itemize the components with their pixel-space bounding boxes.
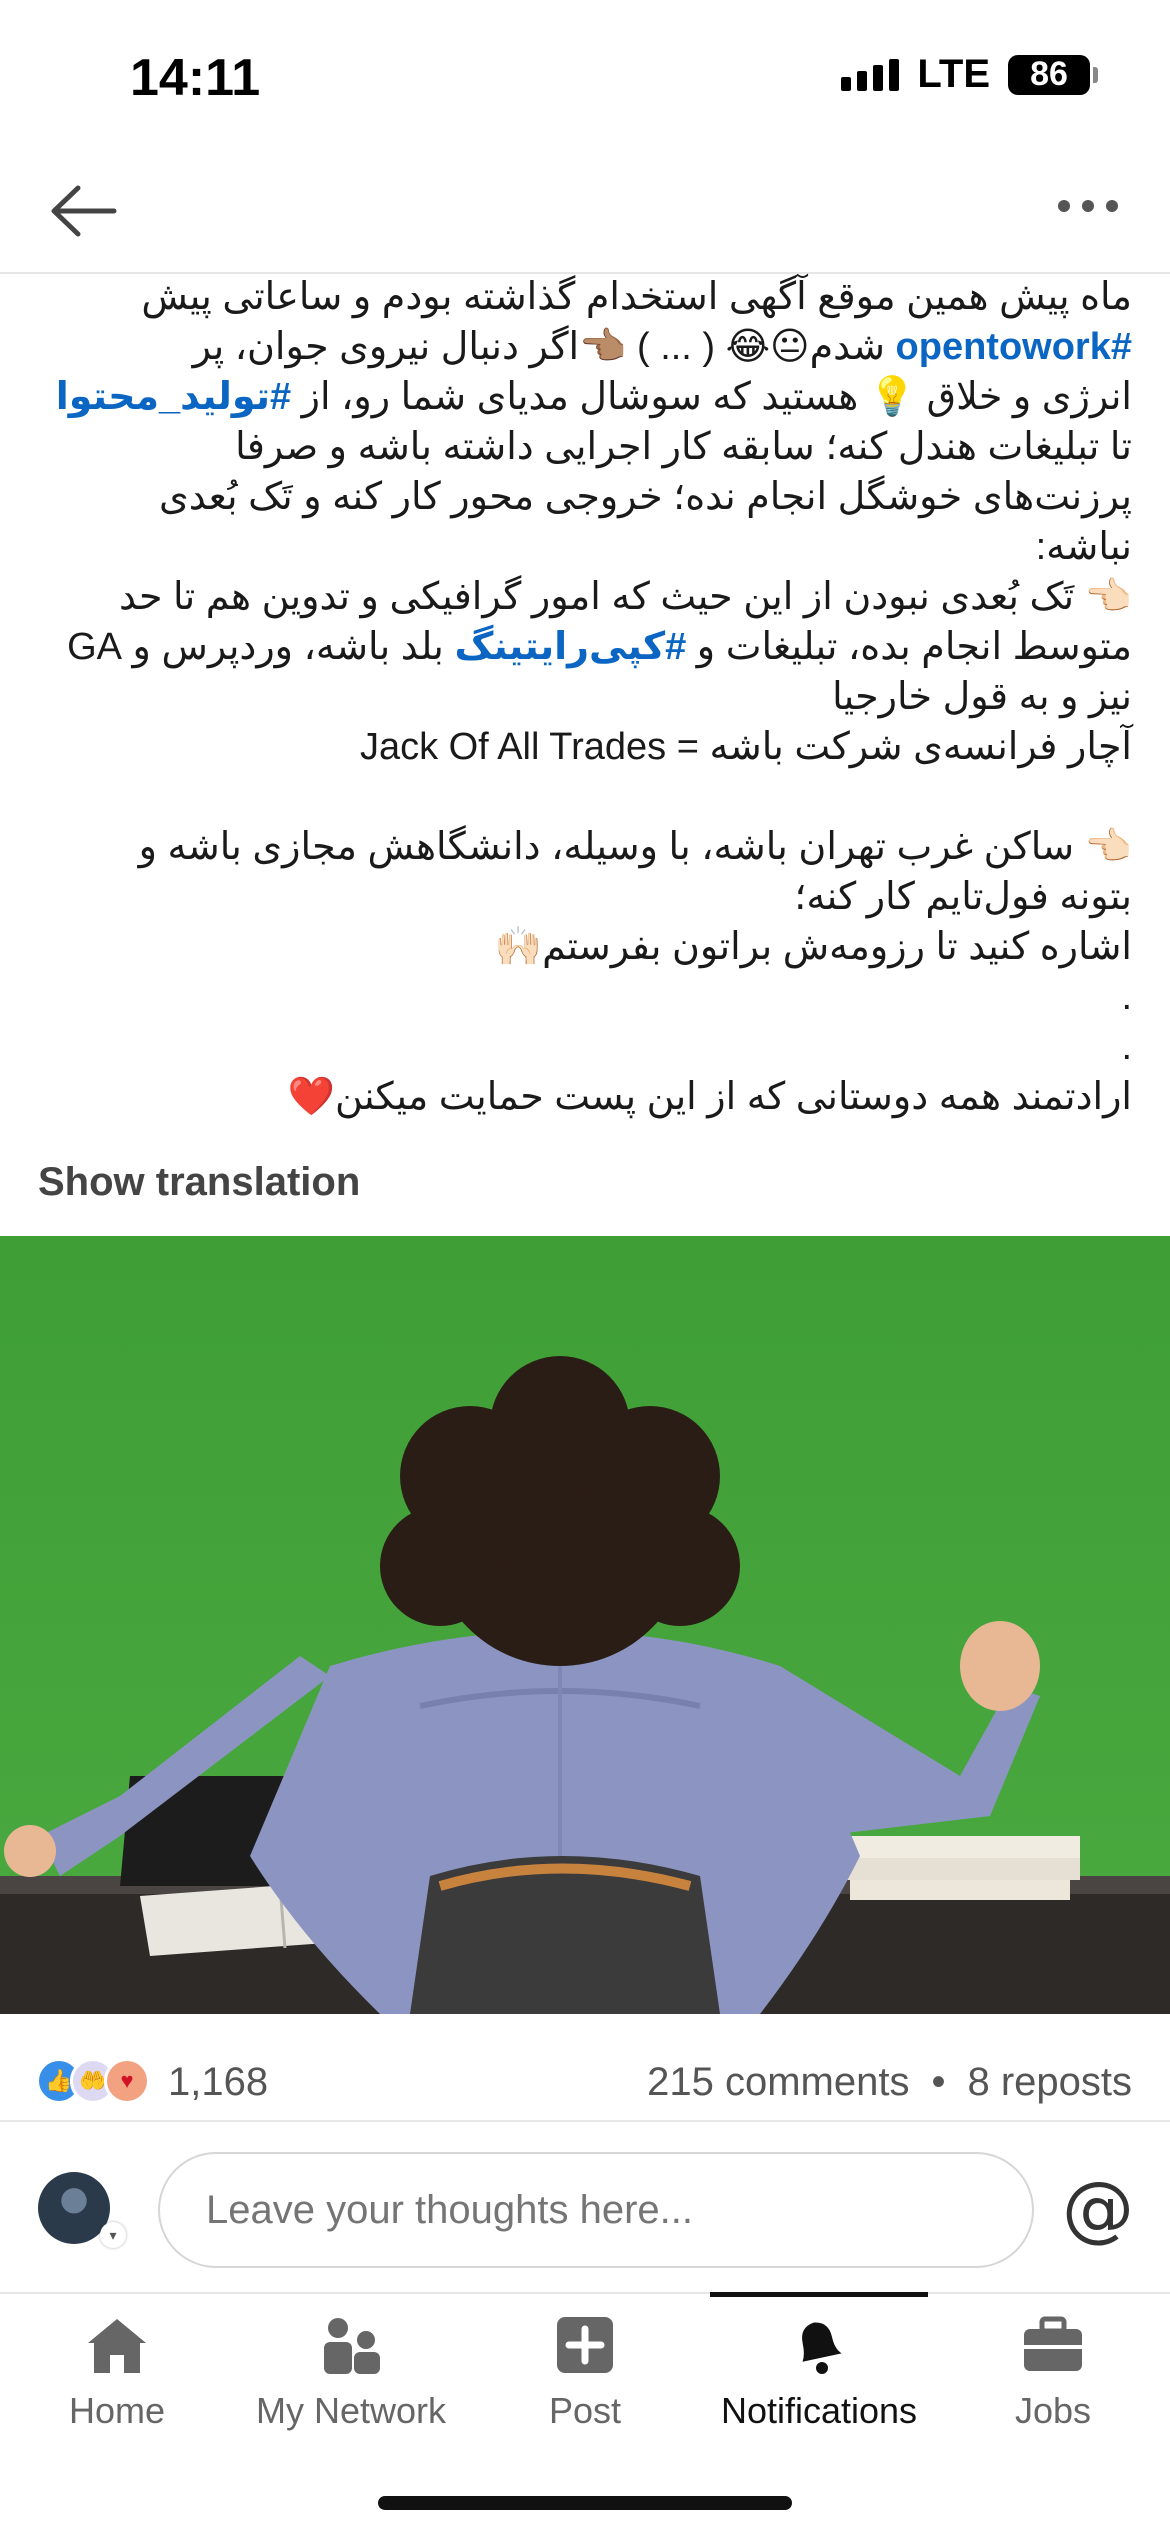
tab-label: Jobs — [1014, 2390, 1092, 2431]
hashtag-link[interactable]: #کپی‌رایتینگ — [454, 626, 686, 668]
post-line: تا تبلیغات هندل کنه؛ سابقه کار اجرایی دا… — [235, 426, 1132, 468]
network-icon — [316, 2310, 386, 2380]
tab-home[interactable]: Home — [0, 2294, 234, 2474]
battery-level: 86 — [1030, 55, 1068, 93]
network-type: LTE — [917, 52, 990, 96]
engagement-stats: 👍 🤲 ♥ 1,168 215 comments • 8 reposts — [0, 2040, 1170, 2130]
bell-icon — [784, 2310, 854, 2380]
post-blank-line — [38, 772, 1132, 822]
comment-composer: ▾ @ — [0, 2122, 1170, 2292]
post-line: ارادتمند همه دوستانی که از این پست حمایت… — [287, 1076, 1132, 1118]
status-indicators: LTE 86 — [841, 52, 1098, 97]
home-icon — [82, 2310, 152, 2380]
mention-icon[interactable]: @ — [1062, 2166, 1134, 2250]
tab-jobs[interactable]: Jobs — [936, 2294, 1170, 2474]
post-line: ماه پیش همین موقع آگهی استخدام گذاشته بو… — [141, 276, 1132, 318]
post-line: . — [1121, 976, 1132, 1018]
post-line: #opentowork شدم😐😂 ( ... ) 👈🏽اگر دنبال نی… — [38, 322, 1132, 372]
reactions-count[interactable]: 1,168 — [168, 2060, 268, 2105]
post-line: بتونه فول‌تایم کار کنه؛ — [794, 876, 1132, 918]
reactions-summary[interactable]: 👍 🤲 ♥ — [36, 2058, 150, 2104]
tab-my-network[interactable]: My Network — [234, 2294, 468, 2474]
post-line-text: بلد باشه، وردپرس و GA — [67, 626, 455, 668]
more-options-icon[interactable] — [1058, 200, 1118, 212]
battery-icon: 86 — [1008, 54, 1098, 95]
tab-label: Notifications — [720, 2390, 918, 2431]
post-line: آچار فرانسه‌ی شرکت باشه = Jack Of All Tr… — [359, 726, 1132, 768]
post-line-text: انرژی و خلاق 💡 هستید که سوشال مدیای شما … — [291, 376, 1132, 418]
post-line: انرژی و خلاق 💡 هستید که سوشال مدیای شما … — [38, 372, 1132, 422]
post-line: پرزنت‌های خوشگل انجام نده؛ خروجی محور کا… — [158, 476, 1132, 518]
post-line-text: متوسط انجام بده، تبلیغات و — [686, 626, 1132, 668]
tab-label: Post — [548, 2390, 622, 2431]
signal-icon — [841, 58, 900, 91]
comments-reposts: 215 comments • 8 reposts — [647, 2060, 1132, 2105]
top-navigation — [0, 150, 1170, 274]
briefcase-icon — [1018, 2310, 1088, 2380]
post-image[interactable] — [0, 1236, 1170, 2014]
back-arrow-icon[interactable] — [48, 182, 118, 240]
tab-label: My Network — [255, 2390, 447, 2431]
comments-count-link[interactable]: 215 comments — [647, 2060, 909, 2105]
hashtag-link[interactable]: #opentowork — [896, 326, 1132, 368]
post-line: 👈🏻 تَک بُعدی نبودن از این حیث که امور گر… — [119, 576, 1132, 618]
status-bar: 14:11 LTE 86 — [0, 0, 1170, 150]
person-at-desk-illustration — [0, 1236, 1170, 2014]
reposts-count-link[interactable]: 8 reposts — [967, 2060, 1132, 2105]
status-time: 14:11 — [130, 49, 261, 107]
hashtag-link[interactable]: #تولید_محتوا — [56, 376, 291, 418]
tab-notifications[interactable]: Notifications — [702, 2292, 936, 2474]
tab-label: Home — [68, 2390, 166, 2431]
chevron-down-icon[interactable]: ▾ — [100, 2222, 126, 2248]
post-line: نباشه: — [1035, 526, 1132, 568]
post-line: نیز و به قول خارجیا — [832, 676, 1132, 718]
home-indicator — [378, 2496, 792, 2510]
post-line: . — [1121, 1026, 1132, 1068]
love-reaction-icon: ♥ — [104, 2058, 150, 2104]
tab-post[interactable]: Post — [468, 2294, 702, 2474]
separator-dot: • — [931, 2060, 946, 2104]
show-translation-link[interactable]: Show translation — [38, 1160, 360, 1205]
post-line: اشاره کنید تا رزومه‌ش براتون بفرستم🙌🏻 — [494, 926, 1132, 968]
post-body: ماه پیش همین موقع آگهی استخدام گذاشته بو… — [38, 272, 1132, 1122]
post-line: 👈🏻 ساکن غرب تهران باشه، با وسیله، دانشگا… — [138, 826, 1132, 868]
post-line: متوسط انجام بده، تبلیغات و #کپی‌رایتینگ … — [38, 622, 1132, 672]
comment-input[interactable] — [158, 2152, 1034, 2268]
post-line-text: شدم😐😂 ( ... ) 👈🏽اگر دنبال نیروی جوان، پر — [192, 326, 896, 368]
post-plus-icon — [550, 2310, 620, 2380]
